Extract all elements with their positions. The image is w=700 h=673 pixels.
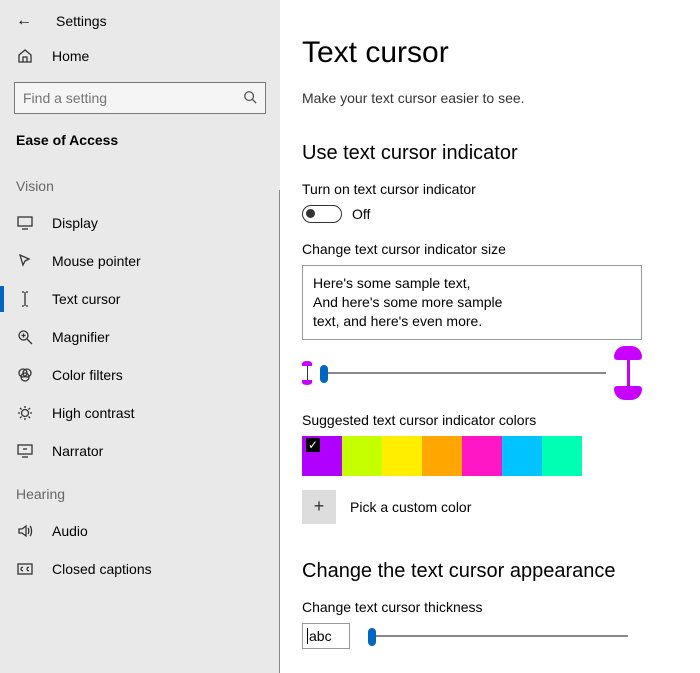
sidebar-item-closed-captions[interactable]: Closed captions — [0, 550, 280, 588]
high-contrast-icon — [16, 404, 34, 422]
sidebar-item-mouse-pointer[interactable]: Mouse pointer — [0, 242, 280, 280]
color-swatches — [302, 436, 676, 476]
plus-icon: + — [314, 496, 325, 517]
sample-line: text, and here's even more. — [313, 312, 631, 331]
sidebar-item-magnifier[interactable]: Magnifier — [0, 318, 280, 356]
sample-line: And here's some more sample — [313, 293, 631, 312]
main-content: Text cursor Make your text cursor easier… — [280, 0, 700, 673]
sidebar-item-label: High contrast — [52, 405, 134, 421]
sidebar-item-narrator[interactable]: Narrator — [0, 432, 280, 470]
audio-icon — [16, 522, 34, 540]
sidebar-item-label: Display — [52, 215, 98, 231]
sidebar-item-color-filters[interactable]: Color filters — [0, 356, 280, 394]
toggle-state: Off — [352, 206, 370, 222]
sidebar-item-label: Narrator — [52, 443, 103, 459]
sidebar-item-label: Magnifier — [52, 329, 110, 345]
group-label-hearing: Hearing — [0, 470, 280, 512]
thickness-slider[interactable] — [368, 635, 628, 637]
app-title: Settings — [56, 13, 107, 29]
group-label-vision: Vision — [0, 162, 280, 204]
search-icon — [243, 90, 257, 107]
color-swatch[interactable] — [302, 436, 342, 476]
page-title: Text cursor — [302, 36, 676, 70]
small-cursor-preview — [302, 361, 312, 385]
display-icon — [16, 214, 34, 232]
back-icon[interactable]: ← — [16, 12, 32, 30]
custom-color-button[interactable]: + — [302, 490, 336, 524]
sample-text-box: Here's some sample text, And here's some… — [302, 265, 642, 340]
sidebar-item-audio[interactable]: Audio — [0, 512, 280, 550]
page-subtitle: Make your text cursor easier to see. — [302, 90, 676, 106]
colors-label: Suggested text cursor indicator colors — [302, 412, 676, 428]
scroll-indicator[interactable] — [279, 190, 280, 673]
sidebar-item-label: Text cursor — [52, 291, 120, 307]
section-title: Ease of Access — [0, 126, 280, 162]
color-swatch[interactable] — [542, 436, 582, 476]
color-swatch[interactable] — [502, 436, 542, 476]
mouse-pointer-icon — [16, 252, 34, 270]
search-input[interactable] — [23, 90, 234, 106]
toggle-label: Turn on text cursor indicator — [302, 181, 676, 197]
sidebar-item-label: Color filters — [52, 367, 123, 383]
custom-color-label: Pick a custom color — [350, 499, 471, 515]
color-swatch[interactable] — [422, 436, 462, 476]
thickness-preview: abc — [302, 623, 350, 649]
size-label: Change text cursor indicator size — [302, 241, 676, 257]
thickness-label: Change text cursor thickness — [302, 599, 676, 615]
home-label: Home — [52, 48, 89, 64]
sidebar-item-text-cursor[interactable]: Text cursor — [0, 280, 280, 318]
home-nav[interactable]: Home — [0, 38, 280, 74]
closed-captions-icon — [16, 560, 34, 578]
text-cursor-icon — [16, 290, 34, 308]
color-filters-icon — [16, 366, 34, 384]
sidebar-item-display[interactable]: Display — [0, 204, 280, 242]
magnifier-icon — [16, 328, 34, 346]
indicator-toggle[interactable] — [302, 205, 342, 223]
search-box[interactable] — [14, 82, 266, 114]
section-appearance-header: Change the text cursor appearance — [302, 560, 676, 583]
color-swatch[interactable] — [462, 436, 502, 476]
slider-thumb[interactable] — [368, 628, 376, 646]
large-cursor-preview — [614, 346, 642, 400]
slider-thumb[interactable] — [320, 365, 328, 383]
sidebar-item-label: Closed captions — [52, 561, 152, 577]
section-indicator-header: Use text cursor indicator — [302, 142, 676, 165]
sidebar-item-label: Audio — [52, 523, 88, 539]
narrator-icon — [16, 442, 34, 460]
thickness-preview-text: abc — [309, 628, 332, 644]
color-swatch[interactable] — [342, 436, 382, 476]
sample-line: Here's some sample text, — [313, 274, 631, 293]
size-slider[interactable] — [320, 372, 606, 374]
sidebar-item-high-contrast[interactable]: High contrast — [0, 394, 280, 432]
color-swatch[interactable] — [382, 436, 422, 476]
sidebar-item-label: Mouse pointer — [52, 253, 141, 269]
sidebar: ← Settings Home Ease of Access Vision Di… — [0, 0, 280, 673]
home-icon — [16, 48, 34, 64]
